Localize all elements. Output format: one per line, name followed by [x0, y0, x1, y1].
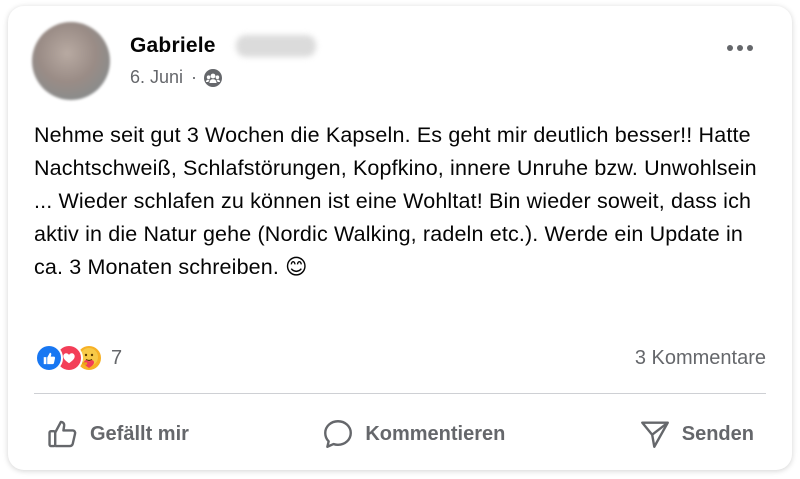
author-name[interactable]: Gabriele: [130, 34, 216, 58]
like-button[interactable]: Gefällt mir: [34, 406, 201, 462]
comment-button[interactable]: Kommentieren: [309, 406, 517, 462]
send-button[interactable]: Senden: [626, 406, 766, 462]
post-text: Nehme seit gut 3 Wochen die Kapseln. Es …: [34, 119, 774, 284]
avatar[interactable]: [32, 22, 110, 100]
action-bar: Gefällt mir Kommentieren Senden: [34, 406, 766, 462]
post-date[interactable]: 6. Juni: [130, 67, 183, 88]
comment-label: Kommentieren: [365, 422, 506, 445]
comment-count-link[interactable]: 3 Kommentare: [635, 347, 766, 370]
send-icon: [640, 421, 669, 448]
more-dot: [747, 45, 753, 51]
thumbs-up-icon: [48, 420, 77, 448]
like-reaction-icon: [35, 344, 63, 372]
friends-icon[interactable]: [203, 68, 223, 88]
post-body: Nehme seit gut 3 Wochen die Kapseln. Es …: [34, 123, 757, 279]
post-meta: 6. Juni ·: [130, 67, 223, 88]
smiling-face-emoji: 😊: [285, 255, 308, 279]
send-label: Senden: [681, 422, 754, 445]
action-divider: [34, 393, 766, 394]
reaction-count: 7: [111, 346, 123, 369]
post-card: Gabriele 6. Juni · Nehme seit gut 3 Woch…: [8, 6, 792, 470]
more-dot: [737, 45, 743, 51]
reaction-summary[interactable]: 7: [35, 344, 122, 372]
more-horizontal-icon: [727, 45, 733, 51]
author-surname-blurred: [236, 35, 316, 57]
meta-separator: ·: [191, 67, 198, 87]
comment-bubble-icon: [324, 420, 353, 448]
more-options-button[interactable]: [720, 34, 760, 62]
like-label: Gefällt mir: [90, 422, 189, 445]
